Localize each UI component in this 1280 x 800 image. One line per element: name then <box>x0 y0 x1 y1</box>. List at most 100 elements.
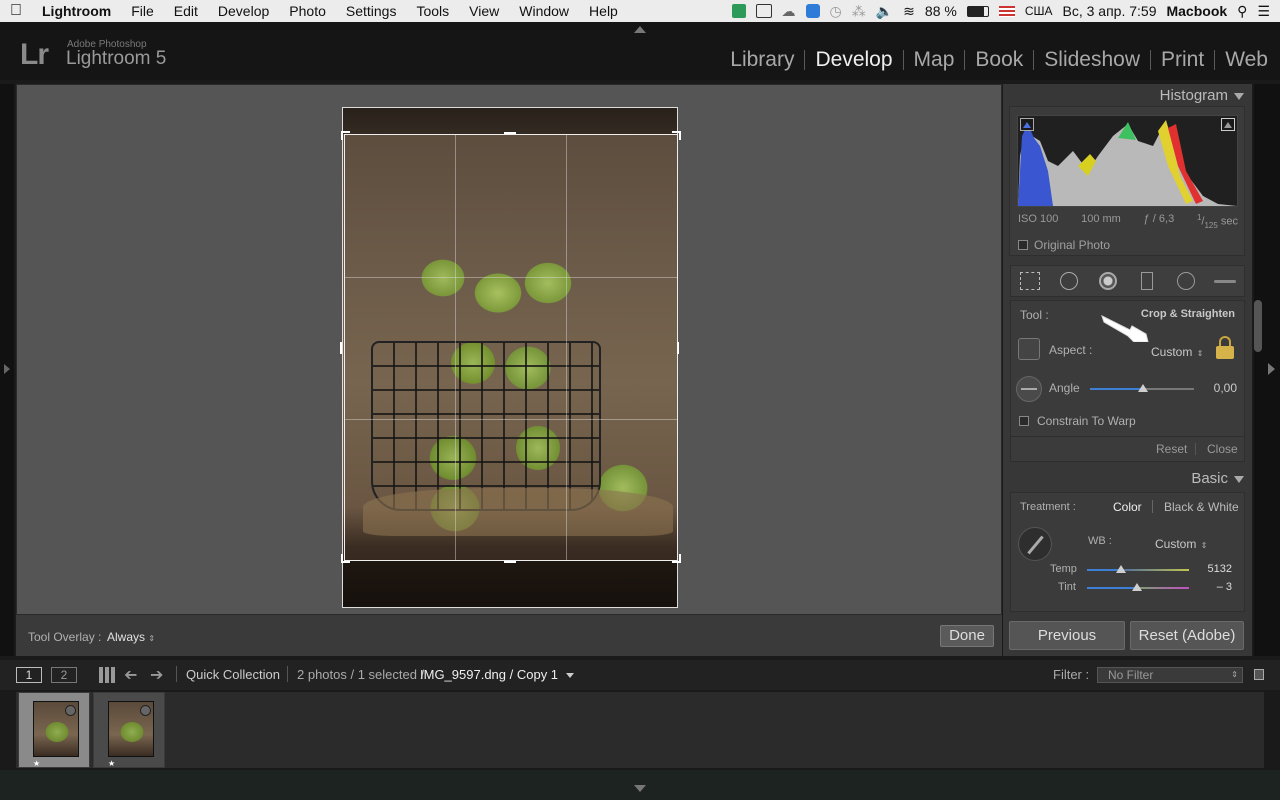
badge-icon[interactable] <box>65 705 76 716</box>
wifi-status-icon[interactable] <box>731 4 746 18</box>
filter-lock-icon[interactable] <box>1254 669 1264 680</box>
wb-eyedropper-icon[interactable] <box>1018 527 1052 561</box>
crop-handle-left[interactable] <box>340 342 342 354</box>
divider <box>1152 500 1153 513</box>
screen-1-button[interactable]: 1 <box>16 667 42 683</box>
red-eye-icon[interactable] <box>1097 270 1119 292</box>
adjustment-brush-icon[interactable] <box>1213 270 1236 292</box>
crop-close-button[interactable]: Close <box>1207 442 1238 456</box>
expand-left-arrow-icon[interactable] <box>4 364 10 374</box>
user-name[interactable]: Macbook <box>1166 3 1227 19</box>
constrain-checkbox[interactable] <box>1019 416 1029 426</box>
highlight-clipping-icon[interactable] <box>1221 118 1235 131</box>
collapse-icon[interactable] <box>1234 92 1244 100</box>
clock[interactable]: Вс, 3 апр. 7:59 <box>1063 3 1157 19</box>
lock-icon[interactable] <box>1216 336 1234 360</box>
crop-handle-bl[interactable] <box>341 554 350 563</box>
graduated-filter-icon[interactable] <box>1136 270 1158 292</box>
module-develop[interactable]: Develop <box>805 48 902 72</box>
notification-center-icon[interactable]: ☰ <box>1257 3 1270 20</box>
histogram-title: Histogram <box>1159 87 1228 104</box>
thumbnail-selected[interactable]: ★ <box>18 692 90 768</box>
basic-header[interactable]: Basic <box>1100 470 1244 487</box>
original-photo-toggle[interactable]: Original Photo <box>1018 238 1110 252</box>
flag-icon[interactable] <box>998 5 1015 17</box>
collapse-icon[interactable] <box>1234 475 1244 483</box>
wifi-icon[interactable]: ≋ <box>903 3 915 20</box>
tint-value[interactable]: – 3 <box>1200 581 1232 593</box>
crop-handle-top[interactable] <box>504 132 516 134</box>
menu-window[interactable]: Window <box>509 3 579 19</box>
wb-select[interactable]: Custom ⇕ <box>1155 535 1208 553</box>
battery-icon[interactable] <box>966 5 989 17</box>
screen-2-button[interactable]: 2 <box>51 667 77 683</box>
scrollbar-thumb[interactable] <box>1254 300 1262 352</box>
histogram-header[interactable]: Histogram <box>1100 87 1244 104</box>
crop-reset-button[interactable]: Reset <box>1156 442 1187 456</box>
original-photo-checkbox[interactable] <box>1018 240 1028 250</box>
temp-slider-knob[interactable] <box>1116 565 1126 573</box>
module-library[interactable]: Library <box>720 48 804 72</box>
temp-value[interactable]: 5132 <box>1200 563 1232 575</box>
shadow-clipping-icon[interactable] <box>1020 118 1034 131</box>
module-web[interactable]: Web <box>1215 48 1268 72</box>
reset-adobe-button[interactable]: Reset (Adobe) <box>1130 621 1244 650</box>
aspect-select[interactable]: Custom ⇕ <box>1151 343 1204 361</box>
collapse-bottom-arrow-icon[interactable] <box>634 785 646 792</box>
filename-menu[interactable]: IMG_9597.dng / Copy 1 <box>420 667 574 682</box>
menu-tools[interactable]: Tools <box>406 3 459 19</box>
crop-handle-br[interactable] <box>672 554 681 563</box>
tool-overlay-select[interactable]: Always ⇕ <box>107 630 155 644</box>
cloud-icon[interactable]: ☁ <box>782 3 796 20</box>
filter-select[interactable]: No Filter ⇕ <box>1097 667 1243 683</box>
temp-slider[interactable] <box>1087 569 1189 571</box>
menu-file[interactable]: File <box>121 3 164 19</box>
bluetooth-icon[interactable]: ⁂ <box>852 3 866 20</box>
straighten-tool-icon[interactable] <box>1016 376 1042 402</box>
input-source[interactable]: США <box>1025 4 1053 18</box>
menu-app[interactable]: Lightroom <box>32 3 121 19</box>
volume-icon[interactable]: 🔈 <box>876 3 893 20</box>
crop-frame[interactable] <box>344 134 678 561</box>
angle-slider-knob[interactable] <box>1138 384 1148 392</box>
crop-handle-bottom[interactable] <box>504 561 516 563</box>
histogram[interactable] <box>1017 115 1238 207</box>
display-icon[interactable] <box>755 4 772 18</box>
spot-removal-icon[interactable] <box>1058 270 1080 292</box>
crop-handle-tr[interactable] <box>672 131 681 140</box>
menu-develop[interactable]: Develop <box>208 3 279 19</box>
radial-filter-icon[interactable] <box>1175 270 1197 292</box>
tint-slider-knob[interactable] <box>1132 583 1142 591</box>
crop-handle-tl[interactable] <box>341 131 350 140</box>
constrain-to-warp-toggle[interactable]: Constrain To Warp <box>1019 414 1136 428</box>
forward-arrow-icon[interactable]: ➔ <box>150 665 163 685</box>
back-arrow-icon[interactable]: ➔ <box>124 665 137 685</box>
badge-icon[interactable] <box>140 705 151 716</box>
module-book[interactable]: Book <box>965 48 1033 72</box>
source-quick-collection[interactable]: Quick Collection <box>186 667 280 682</box>
apple-icon[interactable]:  <box>0 2 32 20</box>
menu-edit[interactable]: Edit <box>164 3 208 19</box>
done-button[interactable]: Done <box>940 625 994 647</box>
thumbnail[interactable]: ★ <box>93 692 165 768</box>
menu-photo[interactable]: Photo <box>279 3 336 19</box>
treatment-color[interactable]: Color <box>1113 500 1142 514</box>
timemachine-icon[interactable]: ◷ <box>830 3 842 20</box>
module-map[interactable]: Map <box>904 48 965 72</box>
previous-button[interactable]: Previous <box>1009 621 1125 650</box>
collapse-top-arrow-icon[interactable] <box>634 26 646 33</box>
crop-frame-tool-icon[interactable] <box>1018 338 1040 360</box>
menu-help[interactable]: Help <box>579 3 628 19</box>
crop-tool-icon[interactable] <box>1019 270 1041 292</box>
angle-value[interactable]: 0,00 <box>1205 381 1237 395</box>
menu-settings[interactable]: Settings <box>336 3 407 19</box>
teamviewer-icon[interactable] <box>805 4 820 18</box>
spotlight-icon[interactable]: ⚲ <box>1237 3 1247 20</box>
module-print[interactable]: Print <box>1151 48 1214 72</box>
collapse-right-arrow-icon[interactable] <box>1268 363 1275 375</box>
treatment-bw[interactable]: Black & White <box>1164 500 1239 514</box>
grid-view-icon[interactable] <box>99 667 115 683</box>
menu-view[interactable]: View <box>459 3 509 19</box>
module-slideshow[interactable]: Slideshow <box>1034 48 1150 72</box>
crop-handle-right[interactable] <box>677 342 679 354</box>
